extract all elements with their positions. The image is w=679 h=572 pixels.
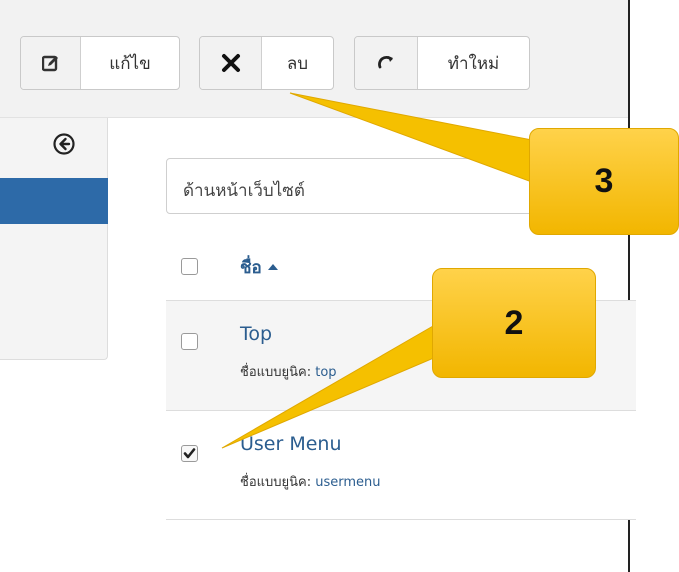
sort-asc-icon	[267, 264, 278, 270]
sort-by-title[interactable]: ชื่อ	[240, 254, 278, 281]
item-alias: ชื่อแบบยูนิค: top	[240, 361, 337, 382]
arrow-circle-left-icon[interactable]	[52, 132, 76, 156]
delete-button[interactable]: ลบ	[199, 36, 334, 90]
alias-label: ชื่อแบบยูนิค:	[240, 365, 312, 380]
new-button[interactable]: ทำใหม่	[354, 36, 530, 90]
item-title-link[interactable]: Top	[240, 323, 272, 345]
column-title-label: ชื่อ	[240, 258, 262, 278]
alias-label: ชื่อแบบยูนิค:	[240, 475, 312, 490]
new-button-label: ทำใหม่	[447, 53, 500, 74]
callout-badge-3: 3	[529, 128, 679, 235]
edit-icon	[21, 37, 81, 89]
edit-button-label: แก้ไข	[109, 53, 151, 74]
row-checkbox[interactable]	[181, 333, 198, 350]
checkmark-icon	[183, 448, 196, 459]
refresh-icon	[355, 37, 418, 89]
callout-badge-2: 2	[432, 268, 596, 378]
client-filter-value: ด้านหน้าเว็บไซต์	[183, 181, 305, 201]
alias-value: usermenu	[315, 475, 381, 490]
item-title-link[interactable]: User Menu	[240, 433, 342, 455]
delete-button-label: ลบ	[286, 53, 309, 74]
table-row: User Menu ชื่อแบบยูนิค: usermenu	[166, 410, 636, 520]
row-checkbox[interactable]	[181, 445, 198, 462]
close-icon	[200, 37, 262, 89]
edit-button[interactable]: แก้ไข	[20, 36, 180, 90]
sidebar-item-active[interactable]	[0, 178, 108, 224]
sidebar	[0, 118, 108, 360]
toolbar: แก้ไข ลบ ทำใหม่	[0, 0, 628, 118]
item-alias: ชื่อแบบยูนิค: usermenu	[240, 471, 381, 492]
alias-value: top	[315, 365, 337, 380]
select-all-checkbox[interactable]	[181, 258, 198, 275]
